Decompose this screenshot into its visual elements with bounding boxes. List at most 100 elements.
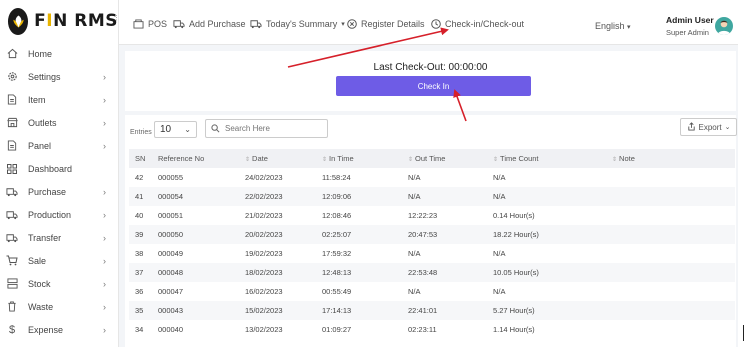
cell-note <box>606 320 735 339</box>
last-checkout-text: Last Check-Out: 00:00:00 <box>373 62 488 73</box>
table-row[interactable]: 35 000043 15/02/2023 17:14:13 22:41:01 5.27 H… <box>129 301 735 320</box>
chevron-right-icon: › <box>103 233 106 243</box>
cell-time-count: 18.22 Hour(s) <box>493 230 539 239</box>
table-row[interactable]: 37 000048 18/02/2023 12:48:13 22:53:48 10.05 … <box>129 263 735 282</box>
entries-select[interactable]: 10 ⌄ <box>154 121 197 138</box>
sidebar-item-expense[interactable]: $ Expense › <box>0 318 118 341</box>
sidebar-item-panel[interactable]: Panel › <box>0 134 118 157</box>
share-icon <box>687 121 696 133</box>
sidebar-item-settings[interactable]: Settings › <box>0 65 118 88</box>
cell-date: 22/02/2023 <box>245 192 283 201</box>
column-header-note[interactable]: ⇕ Note <box>606 149 735 168</box>
sidebar-item-item[interactable]: Item › <box>0 88 118 111</box>
checkin-checkout-label: Check-in/Check-out <box>445 19 525 29</box>
cell-sn: 35 <box>135 306 144 315</box>
column-header-sn[interactable]: SN <box>129 149 152 168</box>
sidebar-item-production[interactable]: Production › <box>0 203 118 226</box>
search-input[interactable] <box>225 124 320 133</box>
cell-note <box>606 168 735 187</box>
column-header-out-time[interactable]: ⇕ Out Time <box>402 149 487 168</box>
sidebar-item-label: Panel <box>28 140 52 151</box>
cell-time-count: 10.05 Hour(s) <box>493 268 539 277</box>
sidebar-item-purchase[interactable]: Purchase › <box>0 180 118 203</box>
pos-button[interactable]: POS <box>133 19 167 29</box>
sidebar-item-transfer[interactable]: Transfer › <box>0 226 118 249</box>
cell-in-time: 00:55:49 <box>322 287 352 296</box>
table-row[interactable]: 39 000050 20/02/2023 02:25:07 20:47:53 18.22 … <box>129 225 735 244</box>
user-role: Super Admin <box>666 28 709 37</box>
cell-reference: 000054 <box>158 192 184 201</box>
brand[interactable]: FIN RMS <box>0 0 118 42</box>
search-box[interactable] <box>205 119 328 138</box>
sidebar-item-stock[interactable]: Stock › <box>0 272 118 295</box>
sort-icon: ⇕ <box>493 157 499 163</box>
table-row[interactable]: 40 000051 21/02/2023 12:08:46 12:22:23 0.14 H… <box>129 206 735 225</box>
table-row[interactable]: 41 000054 22/02/2023 12:09:06 N/A N/A <box>129 187 735 206</box>
cell-date: 20/02/2023 <box>245 230 283 239</box>
todays-summary-label: Today's Summary <box>266 19 338 29</box>
document-icon <box>6 94 18 106</box>
cell-date: 15/02/2023 <box>245 306 283 315</box>
column-header-date[interactable]: ⇕ Date <box>239 149 316 168</box>
table-row[interactable]: 34 000040 13/02/2023 01:09:27 02:23:11 1.14 H… <box>129 320 735 339</box>
truck-icon <box>6 232 18 244</box>
sidebar-item-home[interactable]: Home <box>0 42 118 65</box>
home-icon <box>6 48 18 60</box>
sidebar-item-label: Sale <box>28 255 47 266</box>
cell-note <box>606 206 735 225</box>
todays-summary-dropdown[interactable]: Today's Summary ▾ <box>250 19 345 29</box>
cell-in-time: 11:58:24 <box>322 173 351 182</box>
cell-out-time: 02:23:11 <box>408 325 437 334</box>
logo-icon <box>8 7 29 35</box>
table-row[interactable]: 36 000047 16/02/2023 00:55:49 N/A N/A <box>129 282 735 301</box>
cell-out-time: 22:53:48 <box>408 268 438 277</box>
sidebar-item-label: Waste <box>28 301 54 312</box>
cell-date: 24/02/2023 <box>245 173 283 182</box>
user-name[interactable]: Admin User <box>666 15 714 25</box>
sidebar-item-dashboard[interactable]: Dashboard <box>0 157 118 180</box>
cell-sn: 36 <box>135 287 144 296</box>
table-row[interactable]: 38 000049 19/02/2023 17:59:32 N/A N/A <box>129 244 735 263</box>
cell-in-time: 01:09:27 <box>322 325 352 334</box>
sidebar-item-waste[interactable]: Waste › <box>0 295 118 318</box>
cell-out-time: N/A <box>408 287 421 296</box>
sort-icon: ⇕ <box>245 157 251 163</box>
sidebar-item-sale[interactable]: Sale › <box>0 249 118 272</box>
cell-time-count: N/A <box>493 287 506 296</box>
truck-icon <box>6 209 18 221</box>
stack-icon <box>6 278 18 290</box>
dollar-icon: $ <box>8 323 16 336</box>
register-details-button[interactable]: Register Details <box>347 19 425 29</box>
sidebar-nav: Home Settings › Item › Outlets › Panel ›… <box>0 42 118 341</box>
chevron-down-icon: ⌄ <box>184 125 191 134</box>
cell-in-time: 12:48:13 <box>322 268 352 277</box>
sidebar-item-label: Home <box>28 48 53 59</box>
entries-value: 10 <box>160 124 172 135</box>
sidebar-item-label: Item <box>28 94 46 105</box>
table-header-row: SN Reference No ⇕ Date ⇕ In Time ⇕ Out Time… <box>129 149 735 168</box>
export-label: Export <box>698 122 722 132</box>
column-header-reference[interactable]: Reference No <box>152 149 239 168</box>
table-row[interactable]: 42 000055 24/02/2023 11:58:24 N/A N/A <box>129 168 735 187</box>
caret-down-icon: ▾ <box>627 24 631 31</box>
add-purchase-button[interactable]: Add Purchase <box>173 19 246 29</box>
column-header-in-time[interactable]: ⇕ In Time <box>316 149 402 168</box>
cell-reference: 000049 <box>158 249 184 258</box>
check-in-button[interactable]: Check In <box>336 76 531 96</box>
export-button[interactable]: Export ⌄ <box>680 118 737 136</box>
cell-note <box>606 225 735 244</box>
truck-icon <box>6 186 18 198</box>
chevron-right-icon: › <box>103 256 106 266</box>
sidebar: FIN RMS ⋮ Home Settings › Item › Outlets… <box>0 0 120 347</box>
cell-reference: 000050 <box>158 230 184 239</box>
checkin-checkout-button[interactable]: Check-in/Check-out <box>431 19 524 29</box>
sidebar-item-outlets[interactable]: Outlets › <box>0 111 118 134</box>
cell-out-time: N/A <box>408 249 421 258</box>
avatar[interactable] <box>715 17 733 35</box>
cell-date: 19/02/2023 <box>245 249 283 258</box>
column-header-time-count[interactable]: ⇕ Time Count <box>487 149 606 168</box>
register-details-label: Register Details <box>361 19 425 29</box>
cell-note <box>606 187 735 206</box>
sidebar-item-label: Expense <box>28 324 64 335</box>
language-dropdown[interactable]: English ▾ <box>595 21 631 31</box>
